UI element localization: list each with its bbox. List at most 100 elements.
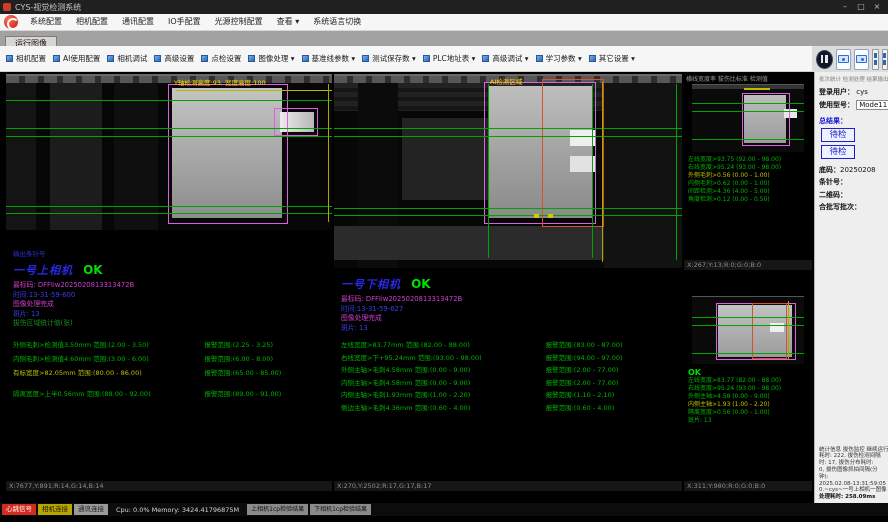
toolbar-item-12[interactable]: 其它设置 ▾ [586, 51, 638, 66]
light-control-button-1[interactable] [872, 49, 878, 70]
menubar: 系统配置相机配置通讯配置IO手配置光源控制配置查看 ▾系统语言切换 [0, 14, 888, 31]
slider-icon [883, 60, 886, 65]
close-button[interactable]: × [869, 0, 885, 14]
roi-box-orange [542, 79, 604, 227]
heartbeat-indicator: 心跳信号 [2, 504, 36, 515]
model-label: 使用型号： [819, 101, 854, 109]
light-control-button-2[interactable] [882, 49, 888, 70]
side-panel-spacer [819, 215, 886, 447]
measure-line: 斑片: 13 [688, 417, 812, 425]
menu-item-3[interactable]: 通讯配置 [115, 14, 161, 30]
toolbar-item-icon [201, 55, 208, 62]
measurement-left: 左线宽度>83.77mm 范围:(82.00 - 88.00) [341, 341, 546, 349]
preview-view-1[interactable] [692, 84, 804, 152]
time-line: 时间:13-31-59-627 [341, 305, 682, 315]
measurement-right: 报警范围:(2.00 - 77.00) [546, 379, 682, 387]
toolbar-items: 相机配置AI使用配置相机调试高级设置点检设置图像处理 ▾基准线参数 ▾测试保存数… [3, 51, 639, 66]
measure-line: 内侧主轴>1.93 (1.00 - 2.20) [688, 401, 812, 409]
toolbar-item-7[interactable]: 基准线参数 ▾ [299, 51, 359, 66]
toolbar-item-icon [362, 55, 369, 62]
toolbar-item-11[interactable]: 学习参数 ▾ [533, 51, 585, 66]
measure-line: 右线宽度>95.24 (93.00 - 98.00) [688, 385, 812, 393]
measure-line-yellow [602, 82, 603, 262]
login-value: cys [856, 88, 868, 96]
camera-top-button[interactable] [836, 49, 851, 70]
side-field-2: 条针号： [819, 177, 886, 187]
measurement-left: 有标宽度>82.05mm 范围:(80.00 - 86.00) [13, 369, 204, 377]
toolbar-item-1[interactable]: 相机配置 [3, 51, 49, 66]
guide-line-vertical [592, 84, 593, 258]
camera-view-bottom[interactable]: AI检测区域 [334, 74, 682, 268]
total-result-label: 总结果： [819, 116, 886, 126]
main-area: Y轴检测高度:93, 宽度高度:100 输出条针号 一号上相机 OK 最标码: … [0, 72, 888, 503]
menu-item-2[interactable]: 相机配置 [69, 14, 115, 30]
toolbar-item-8[interactable]: 测试保存数 ▾ [359, 51, 419, 66]
guide-line [6, 100, 332, 101]
guide-line [334, 208, 682, 209]
guide-line [334, 215, 682, 216]
pause-icon [821, 55, 824, 63]
camera-view-top[interactable]: Y轴检测高度:93, 宽度高度:100 [6, 74, 332, 230]
toolbar-item-icon [482, 55, 489, 62]
toolbar-item-6[interactable]: 图像处理 ▾ [245, 51, 297, 66]
menu-item-4[interactable]: IO手配置 [161, 14, 208, 30]
toolbar-item-5[interactable]: 点检设置 [198, 51, 244, 66]
toolbar-item-9[interactable]: PLC地址表 ▾ [420, 51, 479, 66]
slider-icon [874, 60, 877, 65]
side-field-4: 合批写批次： [819, 202, 886, 212]
barcode-line: 最标码: DFFIiw2025020813313472B [341, 295, 682, 305]
camera-bottom-button[interactable] [854, 49, 869, 70]
login-row: 登录用户： cys [819, 87, 886, 97]
guide-line [692, 139, 804, 140]
minimize-button[interactable]: – [837, 0, 853, 14]
side-field-label: 底码： [819, 166, 840, 174]
measurement-right: 报警范围:(2.25 - 3.25) [204, 341, 332, 349]
pause-button[interactable] [816, 50, 833, 69]
side-field-label: 条针号： [819, 178, 847, 186]
status-ok: OK [411, 277, 431, 291]
coordinate-bar-bottom: X:270,Y:2502;R:17,G:17,B:17 [334, 481, 682, 491]
camera-link-indicator: 相机连接 [38, 504, 72, 515]
guide-line [692, 111, 804, 112]
guide-line [692, 103, 804, 104]
measure-line: 左线宽度>83.77 (82.00 - 88.00) [688, 377, 812, 385]
guide-line [6, 128, 332, 129]
menu-item-6[interactable]: 查看 ▾ [270, 14, 307, 30]
coordinate-bar-preview-1: X:267;Y:13;R:0;G:0;B:0 [684, 260, 812, 270]
toolbar-item-2[interactable]: AI使用配置 [50, 51, 103, 66]
measure-line: 隔离宽度>0.56 (0.00 - 1.00) [688, 409, 812, 417]
measurement-row: 外侧主轴>毛刺4.58mm 范围:(0.00 - 9.00)报警范围:(2.00… [341, 366, 682, 374]
camera-info-bottom: 一号下相机 OK 最标码: DFFIiw2025020813313472B 时间… [334, 270, 682, 479]
toolbar-item-icon [107, 55, 114, 62]
measurement-row: 内侧主轴>毛刺1.93mm 范围:(1.00 - 2.20)报警范围:(1.10… [341, 391, 682, 399]
toolbar-item-icon [589, 55, 596, 62]
login-label: 登录用户： [819, 88, 854, 96]
process-line: 图像处理完成 [13, 300, 332, 310]
camera-panel-bottom: AI检测区域 一号下相机 OK 最标码: DFFIiw2025020813313… [334, 74, 682, 491]
measure-line-yellow [788, 301, 789, 360]
measurement-left: 外侧主轴>毛刺4.58mm 范围:(0.00 - 9.00) [341, 366, 546, 374]
cp-result-button-1[interactable]: 上相机1cp检验结果 [247, 504, 308, 515]
preview-view-2[interactable] [692, 296, 804, 364]
window-title: CYS-视觉检测系统 [15, 2, 837, 13]
cp-result-button-2[interactable]: 下相机1cp检验结果 [310, 504, 371, 515]
menu-item-5[interactable]: 光源控制配置 [208, 14, 270, 30]
menu-item-1[interactable]: 系统配置 [23, 14, 69, 30]
menu-item-7[interactable]: 系统语言切换 [306, 14, 368, 30]
tab-strip: 运行图像 [0, 31, 888, 46]
toolbar-item-10[interactable]: 高级调试 ▾ [479, 51, 531, 66]
result-box-1: 待检 [821, 128, 855, 142]
measure-line: 右线宽度>95.24 (93.00 - 98.00) [688, 164, 812, 172]
side-field-value: 20250208 [840, 166, 876, 174]
slider-icon [874, 53, 877, 58]
model-select[interactable]: Mode11 ▾ [856, 100, 888, 110]
measure-line: 内侧毛刺>0.62 (0.00 - 1.00) [688, 180, 812, 188]
result-box-2: 待检 [821, 145, 855, 159]
toolbar-item-3[interactable]: 相机调试 [104, 51, 150, 66]
measure-line: 间距检测>4.36 (4.00 - 5.00) [688, 188, 812, 196]
toolbar-item-4[interactable]: 高级设置 [151, 51, 197, 66]
camera-icon [838, 55, 849, 63]
preview2-status: OK [688, 368, 812, 377]
stats-line: 0, 拔伤图像抓拍间隔(分 [819, 467, 886, 474]
maximize-button[interactable]: □ [853, 0, 869, 14]
